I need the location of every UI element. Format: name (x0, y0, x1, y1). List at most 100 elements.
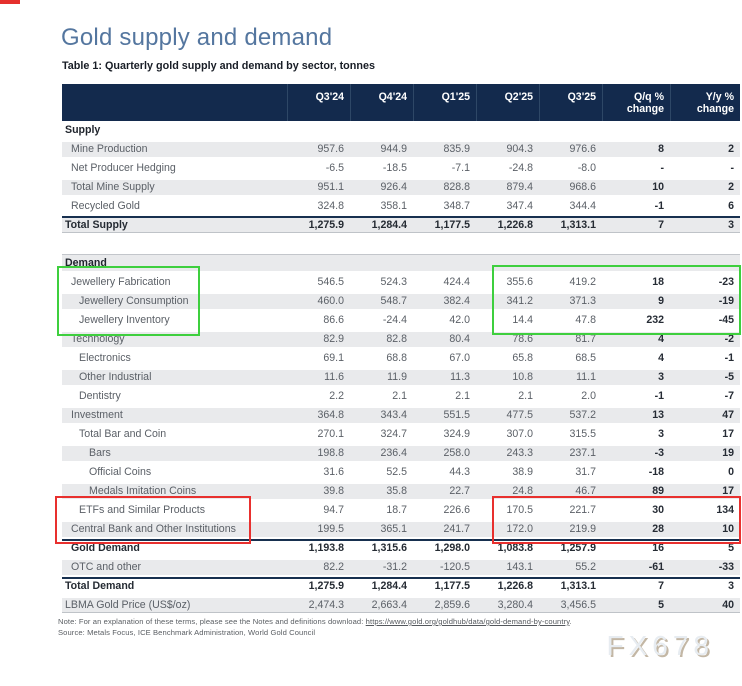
row-label: Total Supply (62, 216, 287, 235)
value-cell: 307.0 (476, 425, 539, 444)
value-cell: 4 (602, 330, 670, 349)
value-cell: 3 (670, 216, 740, 235)
value-cell: 65.8 (476, 349, 539, 368)
value-cell: 52.5 (350, 463, 413, 482)
value-cell: 38.9 (476, 463, 539, 482)
table-row-jewellery-consumption: Jewellery Consumption 460.0548.7382.4341… (62, 292, 740, 311)
footnote-link[interactable]: https://www.gold.org/goldhub/data/gold-d… (366, 617, 570, 626)
column-header-q3-25: Q3'25 (539, 84, 602, 121)
table-row-jewellery-inventory: Jewellery Inventory 86.6-24.442.014.447.… (62, 311, 740, 330)
value-cell: 10 (670, 520, 740, 539)
value-cell: 81.7 (539, 330, 602, 349)
supply-demand-table: Q3'24 Q4'24 Q1'25 Q2'25 Q3'25 Q/q % chan… (62, 84, 740, 615)
table-row-total-demand: Total Demand 1,275.91,284.41,177.51,226.… (62, 577, 740, 596)
value-cell: 524.3 (350, 273, 413, 292)
row-label: Jewellery Consumption (62, 292, 287, 311)
value-cell: 40 (670, 596, 740, 615)
row-label: Bars (62, 444, 287, 463)
value-cell: 1,193.8 (287, 539, 350, 558)
table-row-central-bank: Central Bank and Other Institutions 199.… (62, 520, 740, 539)
table-row-mine-production: Mine Production 957.6944.9835.9904.3976.… (62, 140, 740, 159)
value-cell: 237.1 (539, 444, 602, 463)
value-cell: 1,315.6 (350, 539, 413, 558)
value-cell (670, 254, 740, 273)
value-cell: 2,859.6 (413, 596, 476, 615)
value-cell: 35.8 (350, 482, 413, 501)
page-title: Gold supply and demand (61, 24, 332, 52)
value-cell: 2.2 (287, 387, 350, 406)
value-cell: 18.7 (350, 501, 413, 520)
row-label: Electronics (62, 349, 287, 368)
value-cell: 477.5 (476, 406, 539, 425)
value-cell: 243.3 (476, 444, 539, 463)
value-cell: 42.0 (413, 311, 476, 330)
value-cell: - (602, 159, 670, 178)
value-cell: -31.2 (350, 558, 413, 577)
value-cell: 270.1 (287, 425, 350, 444)
value-cell: -33 (670, 558, 740, 577)
value-cell: 424.4 (413, 273, 476, 292)
value-cell: -61 (602, 558, 670, 577)
value-cell: 11.3 (413, 368, 476, 387)
column-header-q4-24: Q4'24 (350, 84, 413, 121)
value-cell: 551.5 (413, 406, 476, 425)
value-cell: 226.6 (413, 501, 476, 520)
value-cell (670, 121, 740, 140)
value-cell: 14.4 (476, 311, 539, 330)
value-cell (602, 121, 670, 140)
value-cell: 364.8 (287, 406, 350, 425)
value-cell: 343.4 (350, 406, 413, 425)
value-cell: 324.9 (413, 425, 476, 444)
value-cell: 1,083.8 (476, 539, 539, 558)
value-cell: 2.1 (476, 387, 539, 406)
value-cell: 1,284.4 (350, 577, 413, 596)
value-cell: 344.4 (539, 197, 602, 216)
page: Gold supply and demand Table 1: Quarterl… (0, 0, 742, 686)
value-cell: 236.4 (350, 444, 413, 463)
value-cell: 241.7 (413, 520, 476, 539)
value-cell: 2,663.4 (350, 596, 413, 615)
value-cell: 68.5 (539, 349, 602, 368)
value-cell: 6 (670, 197, 740, 216)
value-cell: 1,275.9 (287, 216, 350, 235)
value-cell: 31.7 (539, 463, 602, 482)
value-cell: 10 (602, 178, 670, 197)
value-cell: -24.8 (476, 159, 539, 178)
footnote: Note: For an explanation of these terms,… (58, 617, 572, 626)
row-label: Gold Demand (62, 539, 287, 558)
table-row-investment: Investment 364.8343.4551.5477.5537.21347 (62, 406, 740, 425)
column-header-q1-25: Q1'25 (413, 84, 476, 121)
table-row-total-bar-and-coin: Total Bar and Coin 270.1324.7324.9307.03… (62, 425, 740, 444)
value-cell: 16 (602, 539, 670, 558)
row-label: Investment (62, 406, 287, 425)
value-cell: 44.3 (413, 463, 476, 482)
table-row-demand-header: Demand (62, 254, 740, 273)
value-cell: 944.9 (350, 140, 413, 159)
value-cell: 47.8 (539, 311, 602, 330)
row-label: Total Demand (62, 577, 287, 596)
value-cell: 2.1 (413, 387, 476, 406)
value-cell: 47 (670, 406, 740, 425)
value-cell (350, 254, 413, 273)
value-cell: 7 (602, 577, 670, 596)
table-row-gold-demand: Gold Demand 1,193.81,315.61,298.01,083.8… (62, 539, 740, 558)
row-label: Jewellery Fabrication (62, 273, 287, 292)
value-cell: -18 (602, 463, 670, 482)
table-row-recycled-gold: Recycled Gold 324.8358.1348.7347.4344.4-… (62, 197, 740, 216)
row-label: Net Producer Hedging (62, 159, 287, 178)
value-cell: 1,177.5 (413, 577, 476, 596)
value-cell (539, 121, 602, 140)
column-header-q2-25: Q2'25 (476, 84, 539, 121)
value-cell: -19 (670, 292, 740, 311)
value-cell: 1,226.8 (476, 577, 539, 596)
value-cell: 355.6 (476, 273, 539, 292)
value-cell: -2 (670, 330, 740, 349)
value-cell: 968.6 (539, 178, 602, 197)
footnote-period: . (570, 617, 572, 626)
value-cell: 30 (602, 501, 670, 520)
row-label: Central Bank and Other Institutions (62, 520, 287, 539)
row-label: Technology (62, 330, 287, 349)
value-cell (602, 254, 670, 273)
value-cell: 548.7 (350, 292, 413, 311)
value-cell: 24.8 (476, 482, 539, 501)
